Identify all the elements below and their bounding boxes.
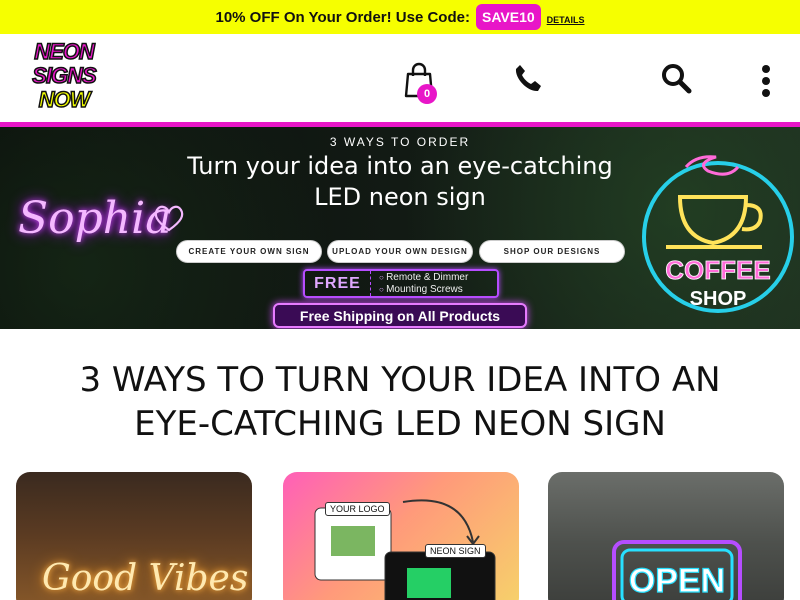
card-neon-text: Good Vibes (42, 558, 249, 599)
logo-line-now: NOW (38, 87, 91, 113)
logo-line-signs: SIGNS (32, 63, 98, 89)
neon-heart-icon (154, 205, 184, 232)
hero-neon-sample-text: Sophia (18, 193, 172, 244)
more-vertical-icon[interactable] (756, 64, 776, 98)
free-shipping-badge: Free Shipping on All Products (273, 303, 527, 328)
phone-icon[interactable] (512, 62, 544, 94)
site-header: NEON SIGNS NOW (0, 34, 800, 122)
upload-illustration (314, 499, 496, 600)
card-shop-designs[interactable]: OPEN (548, 472, 784, 600)
open-sign-text: OPEN (629, 562, 725, 600)
free-item-screws: Mounting Screws (379, 284, 468, 296)
shop-our-designs-button[interactable]: SHOP OUR DESIGNS (479, 240, 625, 263)
coffee-sign-line1: COFFEE (665, 255, 770, 285)
logo-line-neon: NEON (33, 39, 95, 65)
upload-your-own-design-button[interactable]: UPLOAD YOUR OWN DESIGN (327, 240, 473, 263)
cart-count-badge: 0 (417, 84, 437, 104)
card-create-your-own[interactable]: Good Vibes (16, 472, 252, 600)
promo-text: 10% OFF On Your Order! Use Code: (215, 8, 470, 26)
hero-title: Turn your idea into an eye-catching LED … (187, 152, 613, 211)
tag-your-logo: YOUR LOGO (325, 502, 390, 516)
card-upload-design[interactable]: YOUR LOGO NEON SIGN (283, 472, 519, 600)
promo-code-badge: SAVE10 (475, 4, 541, 30)
open-neon-sign: OPEN (612, 540, 742, 600)
search-icon[interactable] (660, 62, 692, 94)
create-your-own-sign-button[interactable]: CREATE YOUR OWN SIGN (176, 240, 322, 263)
tag-neon-sign: NEON SIGN (425, 544, 486, 558)
coffee-sign-line2: SHOP (690, 288, 747, 310)
free-extras-box: FREE Remote & Dimmer Mounting Screws (303, 269, 499, 298)
free-label: FREE (305, 271, 371, 296)
free-item-remote: Remote & Dimmer (379, 272, 468, 284)
site-logo[interactable]: NEON SIGNS NOW (22, 39, 106, 116)
promo-bar: 10% OFF On Your Order! Use Code: SAVE10 … (0, 0, 800, 34)
hero-banner[interactable]: 3 WAYS TO ORDER Turn your idea into an e… (0, 127, 800, 329)
promo-details-link[interactable]: DETAILS (547, 15, 585, 25)
coffee-shop-neon-sign: COFFEE SHOP (642, 155, 794, 313)
free-items-list: Remote & Dimmer Mounting Screws (371, 272, 468, 296)
section-title: 3 WAYS TO TURN YOUR IDEA INTO AN EYE-CAT… (79, 360, 721, 444)
